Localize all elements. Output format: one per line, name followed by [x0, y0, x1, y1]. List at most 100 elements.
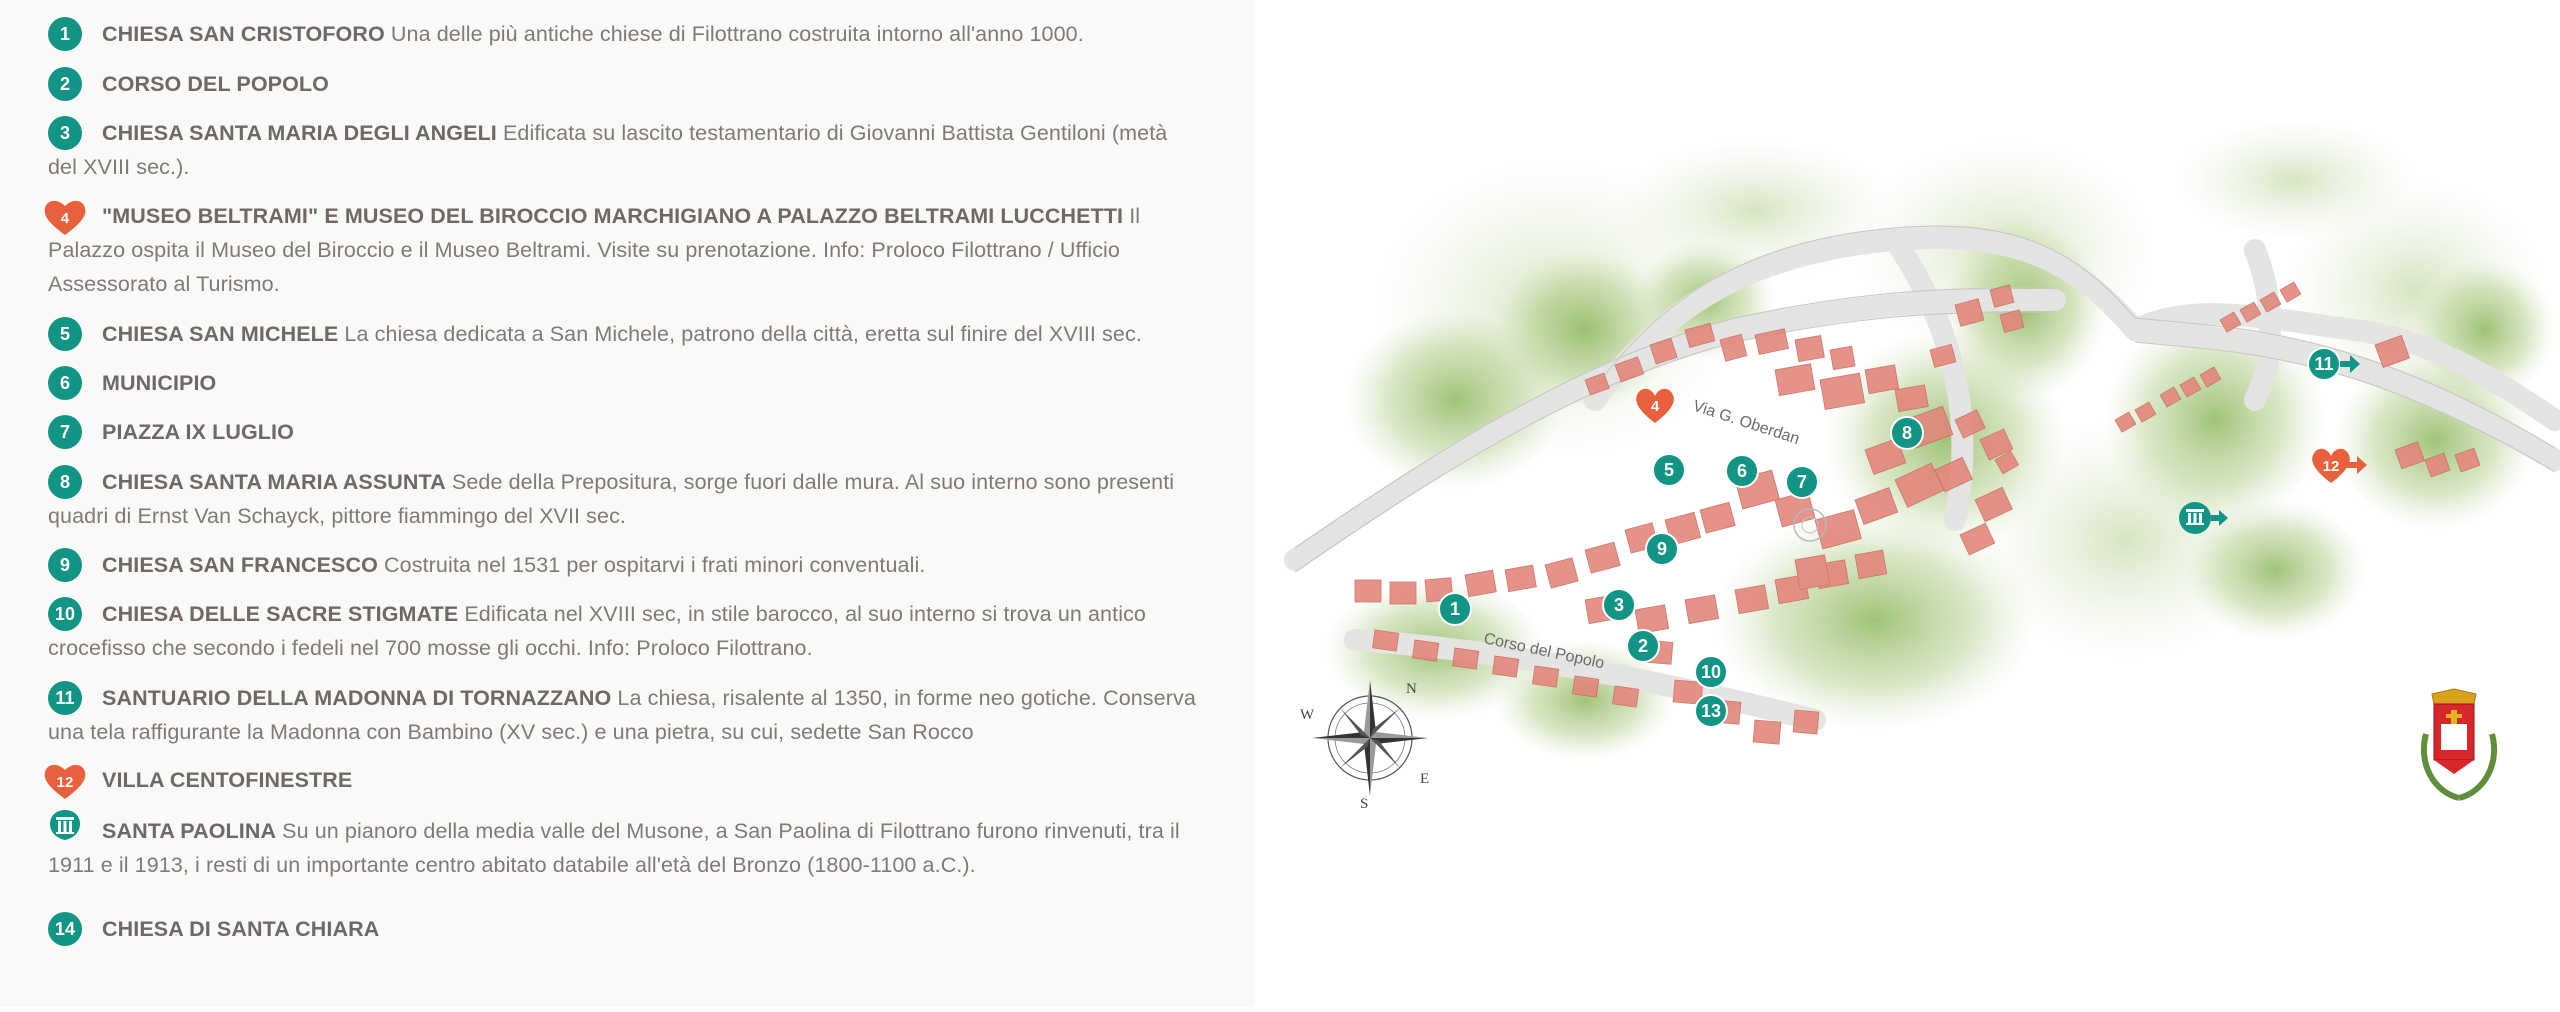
- poi-item-12: 12 VILLA CENTOFINESTRE: [44, 763, 1198, 799]
- poi-title: VILLA CENTOFINESTRE: [102, 768, 353, 792]
- poi-number-badge: 3: [48, 116, 82, 150]
- poi-text: "MUSEO BELTRAMI" E MUSEO DEL BIROCCIO MA…: [48, 199, 1198, 301]
- poi-text: CHIESA SAN MICHELE La chiesa dedicata a …: [48, 317, 1198, 351]
- map-pin-number: 12: [2323, 458, 2340, 475]
- poi-item-1: 1 CHIESA SAN CRISTOFORO Una delle più ant…: [48, 17, 1198, 51]
- poi-title: CHIESA SANTA MARIA ASSUNTA: [102, 470, 446, 494]
- map-pin-number: 10: [1701, 662, 1721, 682]
- poi-number-badge: 7: [48, 415, 82, 449]
- poi-text: CHIESA SAN CRISTOFORO Una delle più anti…: [48, 17, 1198, 51]
- map-pin-number: 1: [1450, 599, 1460, 619]
- poi-number-badge: 14: [48, 912, 82, 946]
- poi-title: "MUSEO BELTRAMI" E MUSEO DEL BIROCCIO MA…: [102, 204, 1124, 228]
- poi-text: PIAZZA IX LUGLIO: [48, 415, 1198, 449]
- map-pin-10[interactable]: 10: [1694, 655, 1728, 689]
- poi-item-9: 9 CHIESA SAN FRANCESCO Costruita nel 1531…: [48, 548, 1198, 582]
- poi-number-badge: 10: [48, 597, 82, 631]
- poi-number: 2: [48, 67, 82, 101]
- map-pin-number: 13: [1701, 701, 1721, 721]
- poi-title: CHIESA SANTA MARIA DEGLI ANGELI: [102, 121, 497, 145]
- poi-number-badge: 8: [48, 465, 82, 499]
- poi-number-badge: 2: [48, 67, 82, 101]
- poi-item-7: 7 PIAZZA IX LUGLIO: [48, 415, 1198, 449]
- ruins-column-icon: [48, 808, 82, 842]
- map-pin-9[interactable]: 9: [1645, 532, 1679, 566]
- poi-item-santa-paolina: SANTA PAOLINA Su un pianoro della media …: [48, 810, 1198, 882]
- poi-title: PIAZZA IX LUGLIO: [102, 420, 294, 444]
- poi-item-2: 2 CORSO DEL POPOLO: [48, 67, 1198, 101]
- poi-text: CHIESA DELLE SACRE STIGMATE Edificata ne…: [48, 597, 1198, 665]
- poi-number: 4: [60, 210, 70, 227]
- poi-text: CHIESA DI SANTA CHIARA: [48, 912, 1198, 946]
- poi-text: MUNICIPIO: [48, 366, 1198, 400]
- poi-number: 9: [48, 548, 82, 582]
- poi-title: CHIESA DELLE SACRE STIGMATE: [102, 602, 459, 626]
- map-pin-number: 5: [1664, 460, 1674, 480]
- poi-item-14: 14 CHIESA DI SANTA CHIARA: [48, 912, 1198, 946]
- poi-number: 5: [48, 317, 82, 351]
- poi-number-badge: 11: [48, 681, 82, 715]
- map-pin-3[interactable]: 3: [1602, 588, 1636, 622]
- compass-e: E: [1420, 771, 1429, 787]
- poi-item-3: 3 CHIESA SANTA MARIA DEGLI ANGELI Edifica…: [48, 116, 1198, 184]
- poi-description: La chiesa dedicata a San Michele, patron…: [344, 322, 1142, 346]
- map-pin-13[interactable]: 13: [1694, 694, 1728, 728]
- poi-title: CHIESA SAN CRISTOFORO: [102, 22, 385, 46]
- poi-text: CORSO DEL POPOLO: [48, 67, 1198, 101]
- map-pin-6[interactable]: 6: [1725, 454, 1759, 488]
- poi-item-4: 4 "MUSEO BELTRAMI" E MUSEO DEL BIROCCIO M…: [44, 199, 1198, 301]
- compass-w: W: [1300, 707, 1315, 723]
- map-pin-5[interactable]: 5: [1652, 453, 1686, 487]
- poi-number-badge: 6: [48, 366, 82, 400]
- poi-item-6: 6 MUNICIPIO: [48, 366, 1198, 400]
- poi-text: SANTA PAOLINA Su un pianoro della media …: [48, 814, 1198, 882]
- poi-number: 8: [48, 465, 82, 499]
- poi-number: 7: [48, 415, 82, 449]
- poi-number: 10: [48, 597, 82, 631]
- map-pin-1[interactable]: 1: [1438, 592, 1472, 626]
- poi-text: CHIESA SANTA MARIA ASSUNTA Sede della Pr…: [48, 465, 1198, 533]
- poi-text: VILLA CENTOFINESTRE: [48, 763, 1198, 797]
- poi-item-10: 10 CHIESA DELLE SACRE STIGMATE Edificata …: [48, 597, 1198, 665]
- compass-n: N: [1406, 681, 1417, 697]
- poi-title: CORSO DEL POPOLO: [102, 72, 329, 96]
- poi-text: SANTUARIO DELLA MADONNA DI TORNAZZANO La…: [48, 681, 1198, 749]
- map-pin-7[interactable]: 7: [1785, 465, 1819, 499]
- poi-number: 12: [56, 774, 74, 791]
- heart-marker-icon: 4: [44, 199, 86, 235]
- poi-list-panel: 1 CHIESA SAN CRISTOFORO Una delle più ant…: [0, 0, 1255, 1007]
- map-pin-8[interactable]: 8: [1890, 416, 1924, 450]
- map-pin-number: 11: [2314, 354, 2333, 374]
- compass-s: S: [1360, 796, 1368, 812]
- map-pin-number: 9: [1657, 539, 1667, 559]
- poi-title: SANTA PAOLINA: [102, 819, 277, 843]
- poi-text: CHIESA SANTA MARIA DEGLI ANGELI Edificat…: [48, 116, 1198, 184]
- map-pin-2[interactable]: 2: [1626, 629, 1660, 663]
- poi-number-badge: 9: [48, 548, 82, 582]
- town-map: Via G. Oberdan Corso del Popolo 12345678…: [1255, 0, 2560, 1007]
- poi-title: CHIESA SAN FRANCESCO: [102, 553, 378, 577]
- map-pin-number: 6: [1737, 461, 1747, 481]
- poi-title: SANTUARIO DELLA MADONNA DI TORNAZZANO: [102, 686, 612, 710]
- poi-number: 3: [48, 116, 82, 150]
- map-pin-number: 7: [1797, 472, 1807, 492]
- town-coat-of-arms: [2420, 688, 2498, 801]
- poi-number: 14: [48, 912, 82, 946]
- map-pin-number: 4: [1651, 398, 1660, 415]
- poi-title: CHIESA DI SANTA CHIARA: [102, 917, 380, 941]
- poi-title: CHIESA SAN MICHELE: [102, 322, 339, 346]
- poi-number: 11: [48, 681, 82, 715]
- poi-item-8: 8 CHIESA SANTA MARIA ASSUNTA Sede della P…: [48, 465, 1198, 533]
- heart-marker-icon: 12: [44, 763, 86, 799]
- poi-item-11: 11 SANTUARIO DELLA MADONNA DI TORNAZZANO …: [48, 681, 1198, 749]
- poi-number-badge: 5: [48, 317, 82, 351]
- map-pin-number: 8: [1902, 423, 1912, 443]
- poi-number: 6: [48, 366, 82, 400]
- poi-description: Costruita nel 1531 per ospitarvi i frati…: [384, 553, 926, 577]
- poi-number: 1: [48, 17, 82, 51]
- poi-title: MUNICIPIO: [102, 371, 217, 395]
- poi-item-5: 5 CHIESA SAN MICHELE La chiesa dedicata a…: [48, 317, 1198, 351]
- poi-text: CHIESA SAN FRANCESCO Costruita nel 1531 …: [48, 548, 1198, 582]
- street-label-oberdan: Via G. Oberdan: [1691, 398, 1802, 448]
- poi-description: Una delle più antiche chiese di Filottra…: [390, 22, 1084, 46]
